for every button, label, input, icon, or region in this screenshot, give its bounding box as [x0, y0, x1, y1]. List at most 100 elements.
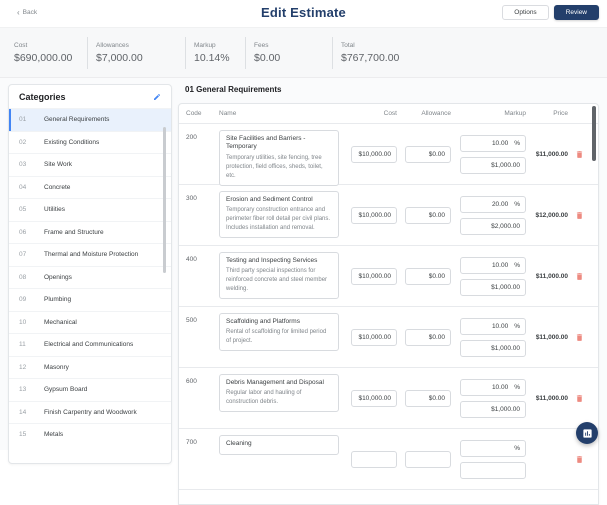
col-price: Price [553, 110, 568, 117]
markup-percent-input[interactable]: 10.00 % [460, 317, 526, 335]
review-label: Review [565, 9, 587, 16]
percent-sign: % [514, 383, 520, 391]
markup-percent-input[interactable]: 10.00 % [460, 378, 526, 396]
trash-icon [576, 333, 583, 341]
sidebar-category-item[interactable]: 14 Finish Carpentry and Woodwork [9, 400, 171, 424]
delete-row-button[interactable] [575, 150, 584, 159]
category-label: Concrete [44, 183, 71, 191]
summary-value: $0.00 [254, 51, 281, 64]
row-cost-cell: $10,000.00 [343, 206, 397, 224]
summary-allowances: Allowances $7,000.00 [96, 42, 177, 64]
sidebar-category-item[interactable]: 01 General Requirements [9, 108, 171, 131]
delete-row-button[interactable] [575, 394, 584, 403]
summary-label: Markup [194, 41, 216, 49]
sidebar-category-item[interactable]: 02 Existing Conditions [9, 130, 171, 154]
markup-percent-input[interactable]: 10.00 % [460, 256, 526, 274]
percent-sign: % [514, 322, 520, 330]
name-field[interactable]: Erosion and Sediment Control Temporary c… [219, 191, 339, 239]
review-button[interactable]: Review [553, 5, 599, 20]
sidebar-category-item[interactable]: 08 Openings [9, 265, 171, 289]
markup-amount-input[interactable]: $1,000.00 [460, 339, 526, 357]
row-code: 700 [186, 439, 197, 446]
sidebar-scrollbar[interactable] [163, 127, 166, 273]
category-label: Masonry [44, 363, 69, 371]
sidebar-category-item[interactable]: 09 Plumbing [9, 288, 171, 311]
options-button[interactable]: Options [502, 5, 549, 20]
line-items-table: Code Name Cost Allowance Markup Price 20… [178, 103, 599, 505]
cost-input[interactable]: $10,000.00 [351, 146, 397, 164]
row-markup-cell: 20.00 % $2,000.00 [451, 195, 526, 235]
sidebar-category-item[interactable]: 05 Utilities [9, 198, 171, 221]
category-code: 03 [19, 161, 27, 169]
markup-percent-value: 10.00 [491, 261, 509, 269]
markup-amount-input[interactable]: $2,000.00 [460, 217, 526, 235]
summary-value: $767,700.00 [341, 51, 400, 64]
allowance-input[interactable]: $0.00 [405, 206, 451, 224]
row-code: 300 [186, 195, 197, 202]
markup-percent-input[interactable]: 20.00 % [460, 195, 526, 213]
cost-input[interactable]: $10,000.00 [351, 389, 397, 407]
table-scrollbar[interactable] [592, 106, 596, 161]
row-actions-cell [568, 272, 591, 281]
options-label: Options [514, 9, 537, 16]
sidebar-category-item[interactable]: 12 Masonry [9, 355, 171, 379]
sidebar-category-item[interactable]: 10 Mechanical [9, 310, 171, 334]
name-field[interactable]: Cleaning [219, 435, 339, 456]
delete-row-button[interactable] [575, 455, 584, 464]
row-price: $12,000.00 [535, 211, 568, 219]
category-label: Plumbing [44, 296, 72, 304]
category-list: 01 General Requirements 02 Existing Cond… [9, 108, 171, 446]
allowance-input[interactable]: $0.00 [405, 389, 451, 407]
markup-percent-input[interactable]: % [460, 439, 526, 457]
cost-input[interactable]: $10,000.00 [351, 267, 397, 285]
table-body: 200 Site Facilities and Barriers - Tempo… [179, 124, 598, 490]
row-name-cell: Debris Management and Disposal Regular l… [219, 374, 343, 413]
markup-percent-input[interactable]: 10.00 % [460, 135, 526, 153]
row-markup-cell: 10.00 % $1,000.00 [451, 317, 526, 357]
allowance-input[interactable] [405, 450, 451, 468]
delete-row-button[interactable] [575, 272, 584, 281]
sidebar-category-item[interactable]: 06 Frame and Structure [9, 220, 171, 244]
summary-fab-button[interactable] [576, 422, 598, 444]
sidebar-category-item[interactable]: 15 Metals [9, 423, 171, 446]
name-field[interactable]: Site Facilities and Barriers - Temporary… [219, 130, 339, 186]
col-code: Code [186, 110, 202, 117]
trash-icon [576, 272, 583, 280]
row-price: $11,000.00 [535, 151, 568, 159]
sidebar-category-item[interactable]: 13 Gypsum Board [9, 378, 171, 401]
name-field[interactable]: Testing and Inspecting Services Third pa… [219, 252, 339, 300]
markup-amount-input[interactable]: $1,000.00 [460, 157, 526, 175]
markup-amount-input[interactable]: $1,000.00 [460, 278, 526, 296]
markup-amount-input[interactable]: $1,000.00 [460, 400, 526, 418]
sidebar-category-item[interactable]: 11 Electrical and Communications [9, 333, 171, 356]
cost-input[interactable]: $10,000.00 [351, 206, 397, 224]
row-allowance-cell [397, 450, 451, 468]
markup-amount-input[interactable] [460, 461, 526, 479]
row-name-cell: Cleaning [219, 435, 343, 456]
trash-icon [576, 211, 583, 219]
delete-row-button[interactable] [575, 333, 584, 342]
percent-sign: % [514, 261, 520, 269]
edit-categories-button[interactable] [153, 93, 161, 101]
percent-sign: % [514, 444, 520, 452]
name-field[interactable]: Debris Management and Disposal Regular l… [219, 374, 339, 413]
delete-row-button[interactable] [575, 211, 584, 220]
col-name: Name [219, 110, 237, 117]
category-code: 13 [19, 386, 27, 394]
row-markup-cell: % [451, 439, 526, 479]
cost-input[interactable] [351, 450, 397, 468]
cost-input[interactable]: $10,000.00 [351, 328, 397, 346]
row-markup-cell: 10.00 % $1,000.00 [451, 256, 526, 296]
row-actions-cell [568, 394, 591, 403]
allowance-input[interactable]: $0.00 [405, 328, 451, 346]
sidebar-category-item[interactable]: 07 Thermal and Moisture Protection [9, 243, 171, 266]
name-field[interactable]: Scaffolding and Platforms Rental of scaf… [219, 313, 339, 352]
table-row: 600 Debris Management and Disposal Regul… [179, 368, 598, 429]
trash-icon [576, 455, 583, 463]
item-name: Site Facilities and Barriers - Temporary [226, 135, 306, 151]
allowance-input[interactable]: $0.00 [405, 146, 451, 164]
sidebar-category-item[interactable]: 04 Concrete [9, 175, 171, 199]
percent-sign: % [514, 200, 520, 208]
allowance-input[interactable]: $0.00 [405, 267, 451, 285]
sidebar-category-item[interactable]: 03 Site Work [9, 153, 171, 176]
